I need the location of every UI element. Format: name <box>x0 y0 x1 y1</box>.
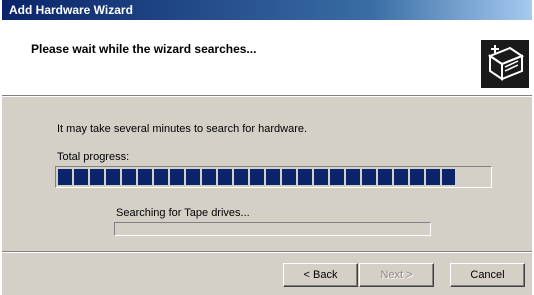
add-hardware-wizard-window: Add Hardware Wizard Please wait while th… <box>2 0 532 295</box>
total-progress-fill <box>58 169 455 185</box>
next-button[interactable]: Next > <box>359 263 434 287</box>
hardware-wizard-icon <box>481 40 529 88</box>
header-separator <box>2 96 532 97</box>
search-progress-bar <box>114 222 431 236</box>
total-progress-bar <box>55 166 492 188</box>
back-button[interactable]: < Back <box>283 263 358 287</box>
footer-separator <box>2 251 532 253</box>
wizard-header: Please wait while the wizard searches... <box>2 20 532 96</box>
cancel-button[interactable]: Cancel <box>450 263 525 287</box>
info-text: It may take several minutes to search fo… <box>57 123 308 135</box>
window-title: Add Hardware Wizard <box>9 3 133 17</box>
header-title: Please wait while the wizard searches... <box>31 42 257 56</box>
search-status-text: Searching for Tape drives... <box>116 207 250 219</box>
total-progress-label: Total progress: <box>57 151 130 163</box>
titlebar[interactable]: Add Hardware Wizard <box>2 0 532 20</box>
